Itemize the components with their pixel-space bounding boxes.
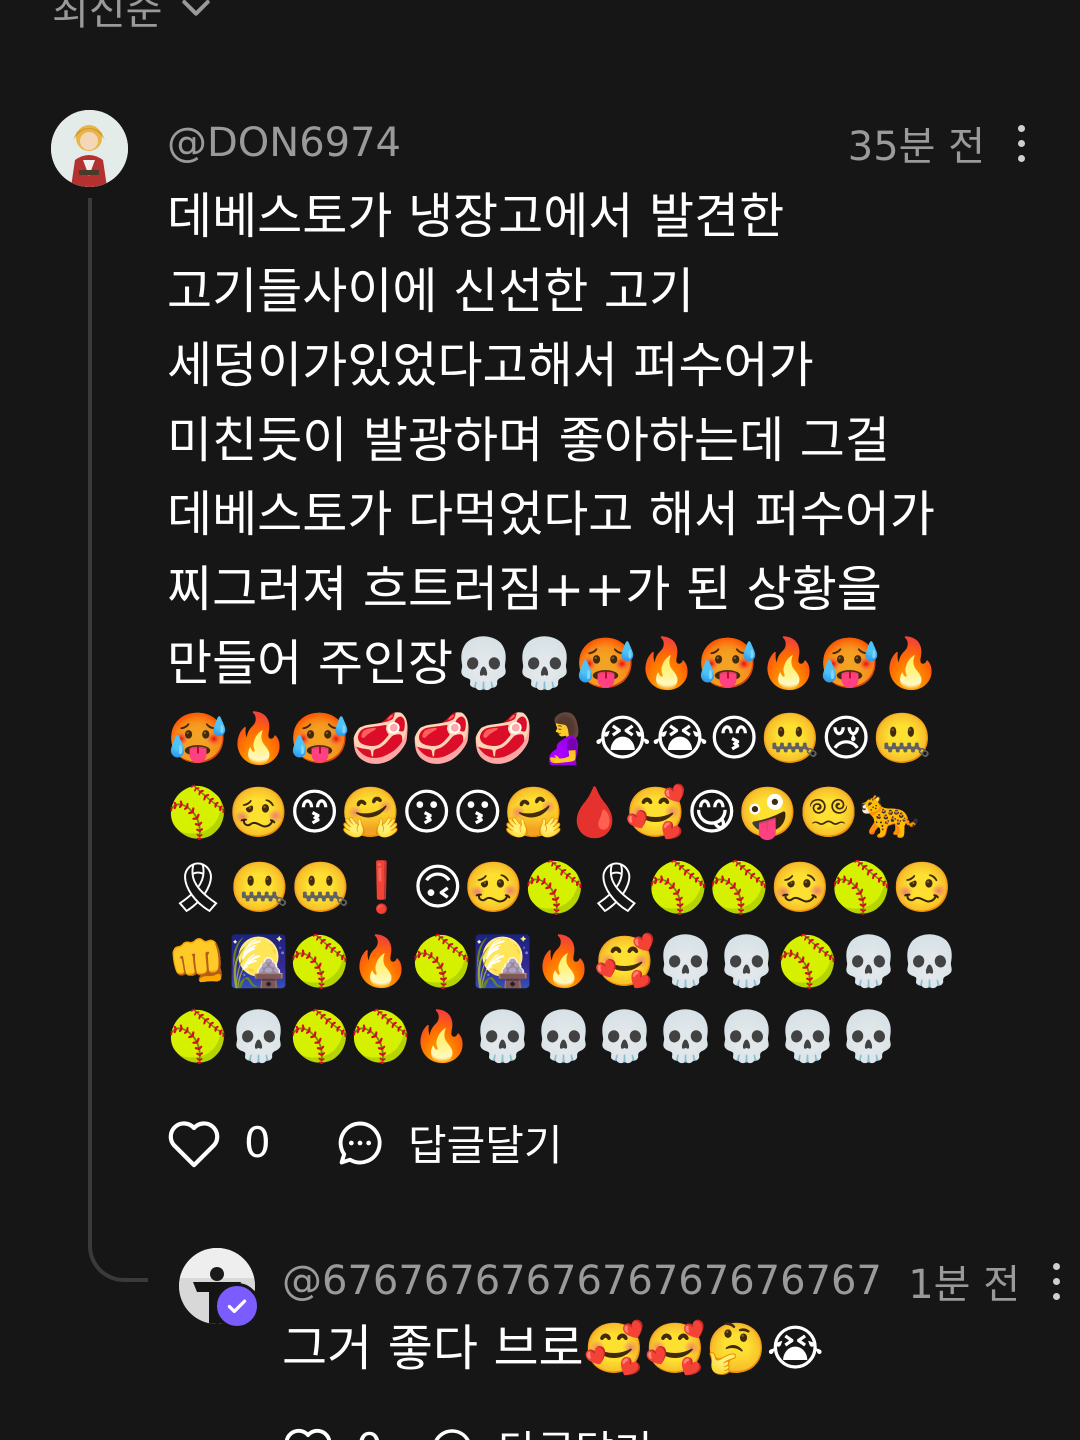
reply-button[interactable]: 답글달기 [408,1112,563,1173]
reply-handle[interactable]: @6767676767676767676767 [282,1258,882,1304]
comment-header: @DON6974 35분 전 [167,114,1027,172]
reply-actions: 0 답글달기 [282,1418,653,1440]
more-vert-icon[interactable] [1015,124,1027,162]
comments-page: 최신순 @DON6974 35분 전 데베스토가 냉장고에서 발견한 고기들사이… [0,0,1080,1440]
comment-body: 데베스토가 냉장고에서 발견한 고기들사이에 신선한 고기 세덩이가있었다고해서… [167,188,961,1065]
reply-header: @6767676767676767676767 1분 전 [282,1252,1062,1310]
heart-icon[interactable] [282,1425,334,1440]
sort-dropdown[interactable]: 최신순 [52,0,216,36]
reply-reply-button[interactable]: 답글달기 [498,1418,653,1440]
reply-like-count: 0 [356,1424,426,1440]
comment-time: 35분 전 [847,124,985,170]
sort-label: 최신순 [52,0,163,34]
avatar[interactable] [51,110,128,187]
heart-icon[interactable] [166,1117,222,1169]
avatar-image [51,110,128,187]
verified-check-icon [214,1283,260,1329]
chevron-down-icon [182,0,211,16]
thread-connector-line [88,198,148,1282]
reply-time: 1분 전 [908,1262,1020,1308]
comment-actions: 0 답글달기 [166,1112,563,1173]
reply-body: 그거 좋다 브로🥰🥰🤔😭 [282,1320,824,1377]
like-count: 0 [244,1118,271,1167]
chat-bubble-icon[interactable] [426,1425,478,1440]
chat-bubble-icon[interactable] [334,1117,386,1169]
more-vert-icon[interactable] [1050,1262,1062,1300]
comment-handle[interactable]: @DON6974 [167,120,401,166]
